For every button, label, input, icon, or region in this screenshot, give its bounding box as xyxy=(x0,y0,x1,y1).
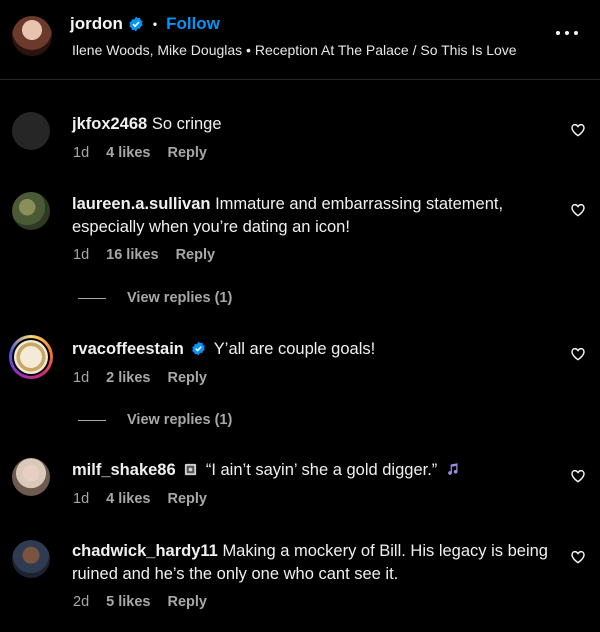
view-replies-button[interactable]: View replies (1) xyxy=(78,290,232,306)
comment-age: 2d xyxy=(73,594,90,610)
author-line: jordon • Follow xyxy=(70,14,220,34)
commenter-username[interactable]: laureen.a.sullivan xyxy=(72,195,210,213)
comment-meta: 1d 4 likes Reply xyxy=(73,491,207,507)
author-username[interactable]: jordon xyxy=(70,14,123,34)
likes-count[interactable]: 16 likes xyxy=(106,247,158,263)
comment-text: Y’all are couple goals! xyxy=(213,340,376,358)
verified-icon xyxy=(129,16,143,32)
heart-icon[interactable] xyxy=(570,202,586,218)
commenter-avatar[interactable] xyxy=(12,112,50,150)
heart-icon[interactable] xyxy=(570,122,586,138)
commenter-username[interactable]: jkfox2468 xyxy=(72,115,147,133)
divider-line xyxy=(78,419,106,421)
verified-icon xyxy=(192,341,206,356)
likes-count[interactable]: 2 likes xyxy=(106,370,150,386)
reply-button[interactable]: Reply xyxy=(167,370,207,386)
author-avatar[interactable] xyxy=(12,16,52,56)
comment-body: laureen.a.sullivan Immature and embarras… xyxy=(72,193,552,239)
comment-age: 1d xyxy=(73,145,90,161)
comment-body: milf_shake86 “I ain’t sayin’ she a gold … xyxy=(72,459,552,482)
avatar-inner xyxy=(12,338,50,376)
commenter-avatar[interactable] xyxy=(12,192,50,230)
view-replies-label: View replies (1) xyxy=(127,290,233,306)
commenter-avatar[interactable] xyxy=(12,458,50,496)
likes-count[interactable]: 5 likes xyxy=(106,594,150,610)
commenter-username[interactable]: milf_shake86 xyxy=(72,461,176,479)
comment-meta: 1d 4 likes Reply xyxy=(73,145,207,161)
comment-text: “I ain’t sayin’ she a gold digger.” xyxy=(205,461,438,479)
separator-dot: • xyxy=(152,17,158,31)
commenter-avatar[interactable] xyxy=(12,540,50,578)
view-replies-label: View replies (1) xyxy=(127,412,233,428)
divider-line xyxy=(78,297,106,299)
reply-button[interactable]: Reply xyxy=(176,247,216,263)
comment-body: chadwick_hardy11 Making a mockery of Bil… xyxy=(72,540,552,586)
reply-button[interactable]: Reply xyxy=(167,491,207,507)
commenter-avatar[interactable] xyxy=(9,335,53,379)
comment-body: jkfox2468 So cringe xyxy=(72,113,552,136)
audio-track[interactable]: Ilene Woods, Mike Douglas • Reception At… xyxy=(72,42,517,58)
likes-count[interactable]: 4 likes xyxy=(106,491,150,507)
reply-button[interactable]: Reply xyxy=(167,145,207,161)
more-options-icon[interactable] xyxy=(556,22,578,44)
reply-button[interactable]: Reply xyxy=(167,594,207,610)
avatar-logo xyxy=(14,340,48,374)
likes-count[interactable]: 4 likes xyxy=(106,145,150,161)
comment-meta: 1d 2 likes Reply xyxy=(73,370,207,386)
post-header: jordon • Follow Ilene Woods, Mike Dougla… xyxy=(0,0,600,80)
comment-text: So cringe xyxy=(151,115,222,133)
comment-age: 1d xyxy=(73,491,90,507)
heart-icon[interactable] xyxy=(570,346,586,362)
comment-meta: 2d 5 likes Reply xyxy=(73,594,207,610)
comment-age: 1d xyxy=(73,370,90,386)
follow-button[interactable]: Follow xyxy=(166,14,220,34)
heart-icon[interactable] xyxy=(570,549,586,565)
commenter-username[interactable]: rvacoffeestain xyxy=(72,340,184,358)
view-replies-button[interactable]: View replies (1) xyxy=(78,412,232,428)
comment-age: 1d xyxy=(73,247,90,263)
comment-meta: 1d 16 likes Reply xyxy=(73,247,215,263)
commenter-username[interactable]: chadwick_hardy11 xyxy=(72,542,218,560)
tarot-card-icon xyxy=(185,463,197,476)
comment-body: rvacoffeestain Y’all are couple goals! xyxy=(72,338,552,361)
heart-icon[interactable] xyxy=(570,468,586,484)
music-notes-icon xyxy=(448,463,458,475)
